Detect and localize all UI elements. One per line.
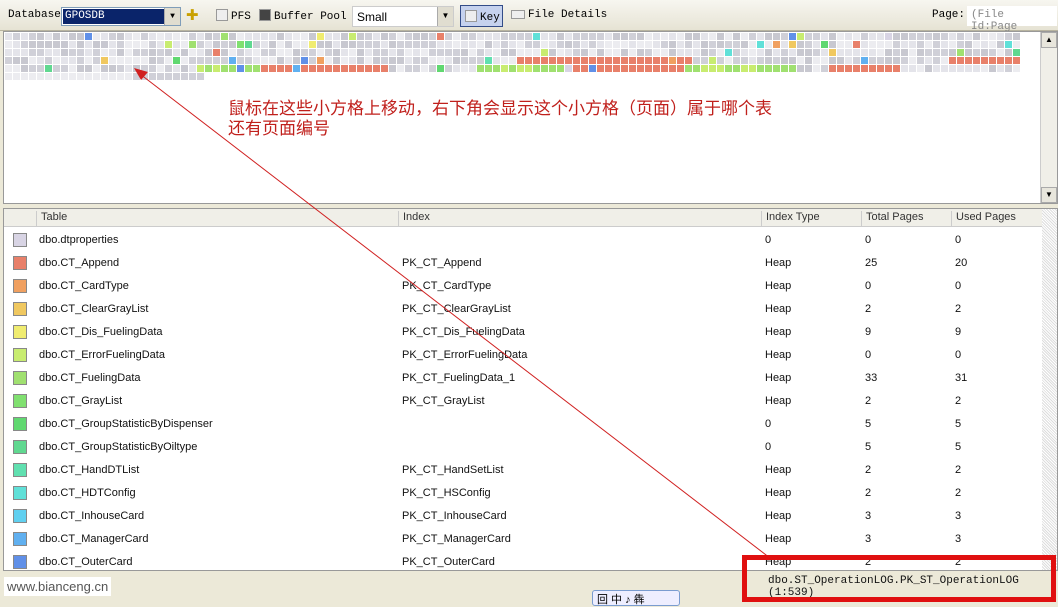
watermark: www.bianceng.cn: [4, 577, 112, 596]
annotation-arrow: [134, 68, 771, 559]
ime-toolbar[interactable]: 回 中 ♪ 犇: [592, 590, 680, 606]
highlight-box: [742, 555, 1056, 602]
